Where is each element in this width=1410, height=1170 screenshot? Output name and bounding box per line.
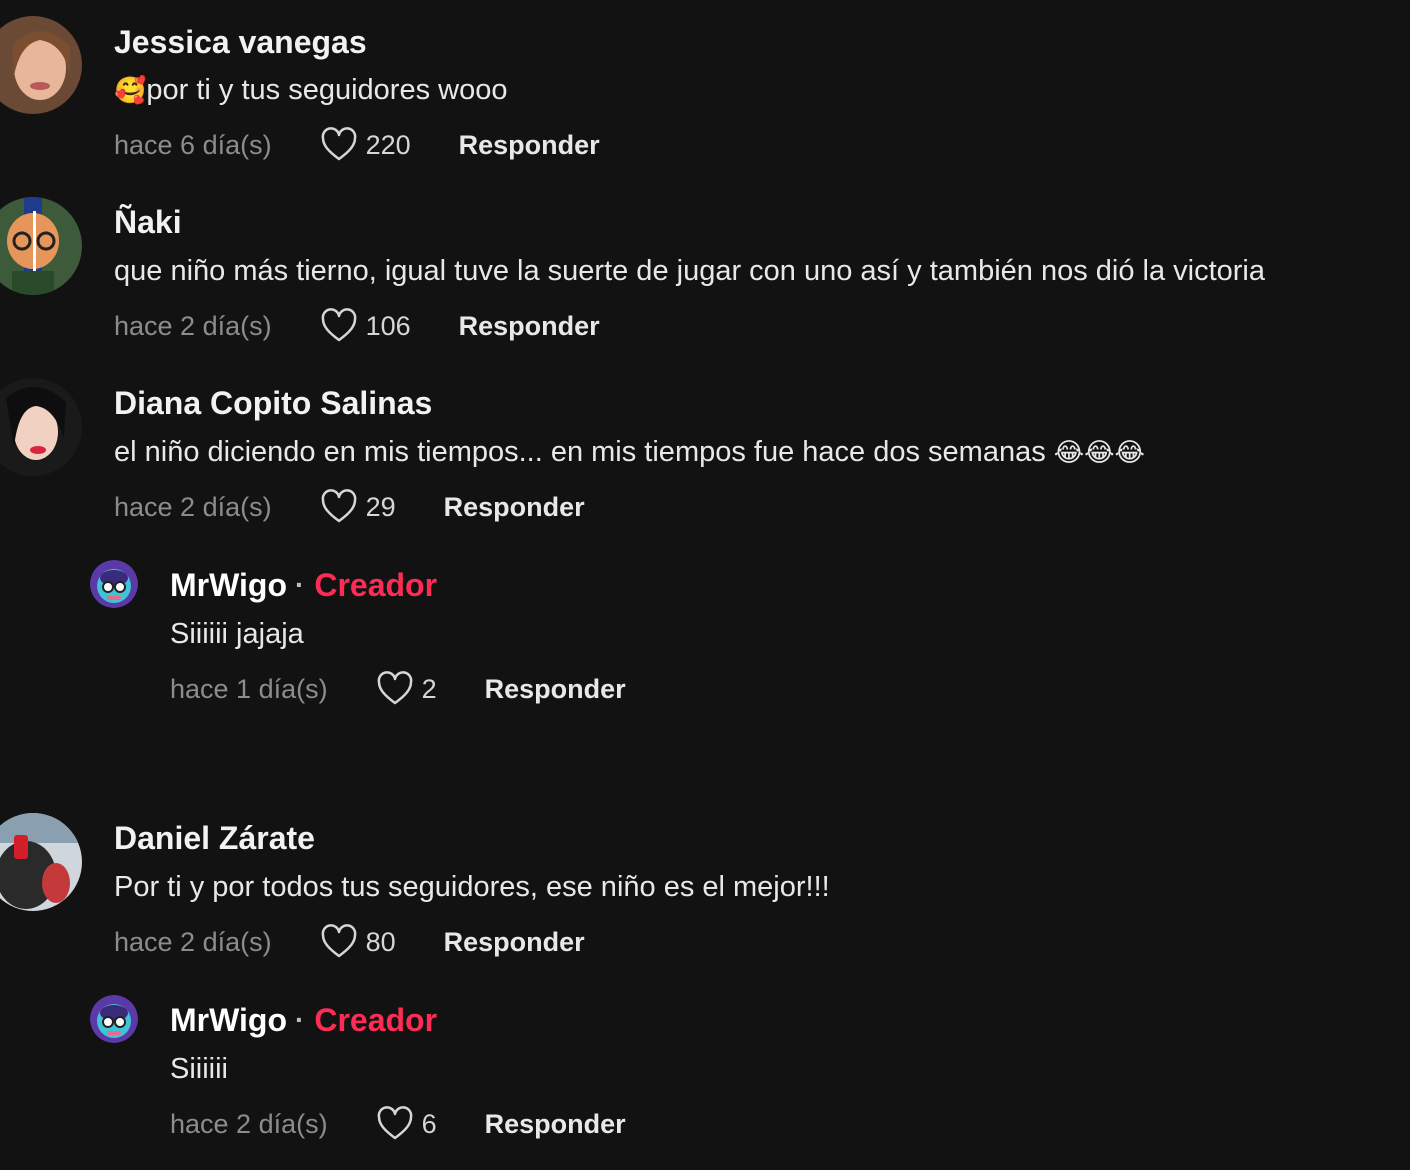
reply-text: Siiiiii jajaja xyxy=(170,618,304,650)
like-count: 106 xyxy=(365,310,411,341)
separator-dot: · xyxy=(295,1004,305,1035)
comment-username[interactable]: Jessica vanegas xyxy=(114,22,367,62)
reply-username[interactable]: MrWigo xyxy=(170,1000,287,1040)
reply-meta: hace 1 día(s) 2 Responder xyxy=(170,669,626,709)
comments-panel: Jessica vanegas 🥰por ti y tus seguidores… xyxy=(0,0,1410,1170)
avatar[interactable] xyxy=(0,813,82,911)
separator-dot: · xyxy=(295,569,305,600)
comment-meta: hace 2 día(s) 80 Responder xyxy=(114,922,585,962)
comment-username[interactable]: Daniel Zárate xyxy=(114,818,315,858)
creator-badge: Creador xyxy=(314,567,438,603)
like-count: 220 xyxy=(365,129,411,160)
like-button[interactable]: 2 xyxy=(376,671,437,707)
comment-timestamp: hace 2 día(s) xyxy=(114,491,272,522)
reply-username[interactable]: MrWigo xyxy=(170,565,287,605)
reply-header: MrWigo · Creador xyxy=(170,565,437,605)
like-button[interactable]: 106 xyxy=(320,308,411,344)
heart-outline-icon xyxy=(377,671,412,705)
comment-text: el niño diciendo en mis tiempos... en mi… xyxy=(114,436,1145,468)
like-button[interactable]: 29 xyxy=(320,489,396,525)
reply-button[interactable]: Responder xyxy=(485,1109,626,1140)
comment-text: 🥰por ti y tus seguidores wooo xyxy=(114,74,508,106)
avatar[interactable] xyxy=(90,560,138,608)
comment-timestamp: hace 2 día(s) xyxy=(114,310,272,341)
comment-username[interactable]: Ñaki xyxy=(114,202,182,242)
reply-meta: hace 2 día(s) 6 Responder xyxy=(170,1104,626,1144)
creator-badge: Creador xyxy=(314,1002,438,1038)
smiling-face-hearts-emoji: 🥰 xyxy=(114,75,147,105)
like-count: 29 xyxy=(365,491,396,522)
comment-username[interactable]: Diana Copito Salinas xyxy=(114,383,432,423)
reply-text: Siiiiii xyxy=(170,1053,228,1085)
reply-button[interactable]: Responder xyxy=(459,311,600,342)
comment-meta: hace 6 día(s) 220 Responder xyxy=(114,125,600,165)
like-button[interactable]: 6 xyxy=(376,1106,437,1142)
comment-meta: hace 2 día(s) 29 Responder xyxy=(114,487,585,527)
reply-button[interactable]: Responder xyxy=(485,674,626,705)
avatar[interactable] xyxy=(0,16,82,114)
comment-text: Por ti y por todos tus seguidores, ese n… xyxy=(114,871,830,903)
comment-timestamp: hace 6 día(s) xyxy=(114,129,272,160)
heart-outline-icon xyxy=(321,308,356,342)
reply-button[interactable]: Responder xyxy=(444,927,585,958)
like-count: 80 xyxy=(365,926,396,957)
reply-timestamp: hace 2 día(s) xyxy=(170,1108,328,1139)
avatar[interactable] xyxy=(0,197,82,295)
avatar[interactable] xyxy=(0,378,82,476)
heart-outline-icon xyxy=(377,1106,412,1140)
heart-outline-icon xyxy=(321,924,356,958)
reply-header: MrWigo · Creador xyxy=(170,1000,437,1040)
heart-outline-icon xyxy=(321,489,356,523)
reply-timestamp: hace 1 día(s) xyxy=(170,673,328,704)
like-count: 2 xyxy=(421,673,437,704)
like-count: 6 xyxy=(421,1108,437,1139)
comment-timestamp: hace 2 día(s) xyxy=(114,926,272,957)
like-button[interactable]: 80 xyxy=(320,924,396,960)
heart-outline-icon xyxy=(321,127,356,161)
face-with-tears-of-joy-emoji: 😂😂😂 xyxy=(1053,437,1145,467)
comment-meta: hace 2 día(s) 106 Responder xyxy=(114,306,600,346)
like-button[interactable]: 220 xyxy=(320,127,411,163)
reply-button[interactable]: Responder xyxy=(459,130,600,161)
comment-text: que niño más tierno, igual tuve la suert… xyxy=(114,255,1266,287)
reply-button[interactable]: Responder xyxy=(444,492,585,523)
avatar[interactable] xyxy=(90,995,138,1043)
